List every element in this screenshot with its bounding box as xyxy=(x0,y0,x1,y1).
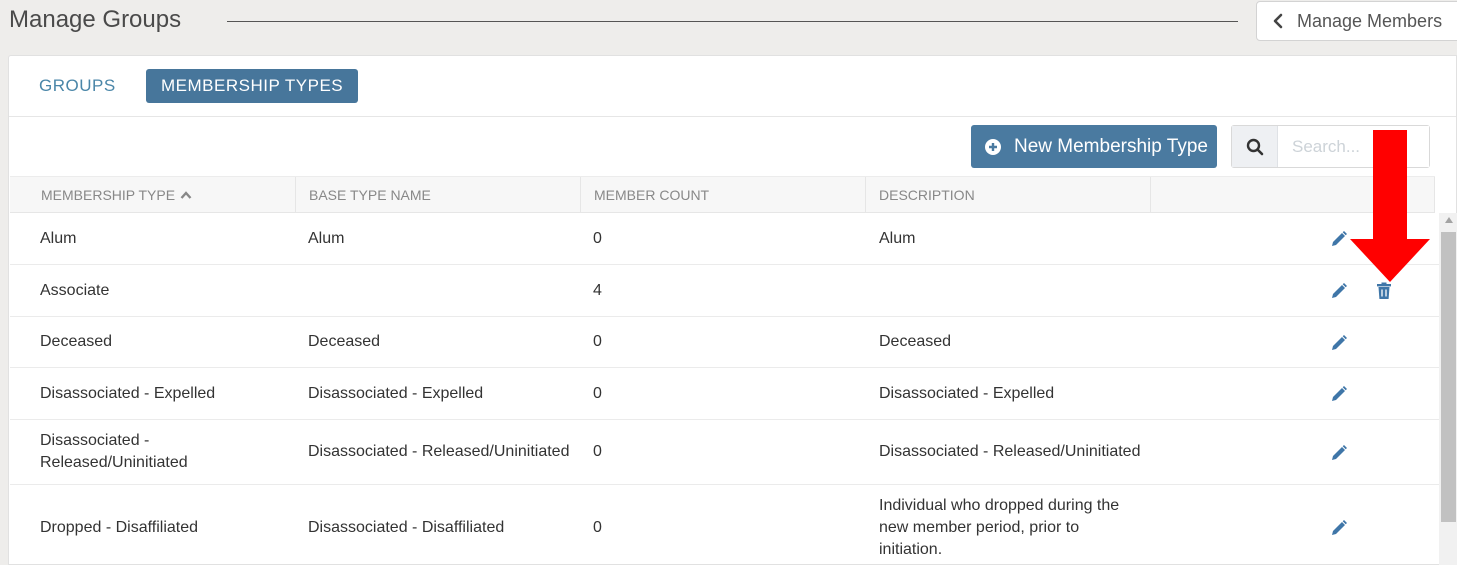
table-row: Disassociated - Released/Uninitiated Dis… xyxy=(10,420,1439,485)
tab-groups[interactable]: GROUPS xyxy=(39,69,116,103)
pencil-icon xyxy=(1332,445,1347,460)
column-header-membership-type[interactable]: MEMBERSHIP TYPE xyxy=(10,177,296,213)
column-header-label: MEMBERSHIP TYPE xyxy=(41,187,176,203)
scroll-up-arrow-icon[interactable] xyxy=(1445,217,1453,223)
pencil-icon xyxy=(1332,386,1347,401)
base-type-cell: Alum xyxy=(308,229,345,247)
member-count-cell: 0 xyxy=(593,333,602,350)
membership-type-cell: Alum xyxy=(40,229,77,247)
base-type-cell: Deceased xyxy=(308,333,381,350)
search-icon xyxy=(1246,138,1263,155)
delete-button[interactable] xyxy=(1373,280,1395,302)
member-count-cell: 0 xyxy=(593,384,602,402)
base-type-cell: Disassociated - Expelled xyxy=(308,384,484,402)
membership-type-cell: Disassociated - Released/Uninitiated xyxy=(40,432,188,471)
table-row: Associate 4 xyxy=(10,265,1439,317)
plus-circle-icon xyxy=(985,138,1001,155)
membership-type-cell: Disassociated - Expelled xyxy=(40,384,216,402)
edit-button[interactable] xyxy=(1328,280,1350,302)
vertical-scrollbar[interactable] xyxy=(1439,213,1457,565)
trash-icon xyxy=(1377,282,1391,299)
description-cell: Deceased xyxy=(879,333,952,350)
membership-type-cell: Dropped - Disaffiliated xyxy=(40,519,199,536)
member-count-cell: 0 xyxy=(593,229,602,247)
page-title: Manage Groups xyxy=(9,6,182,33)
edit-button[interactable] xyxy=(1328,383,1350,405)
red-arrow-annotation xyxy=(1350,130,1430,282)
edit-button[interactable] xyxy=(1328,442,1350,464)
column-header-base-type-name[interactable]: BASE TYPE NAME xyxy=(296,177,581,213)
caret-up-icon xyxy=(180,191,192,199)
content-panel: GROUPS MEMBERSHIP TYPES New Membership T… xyxy=(8,55,1457,565)
edit-button[interactable] xyxy=(1328,228,1350,250)
manage-members-label: Manage Members xyxy=(1297,10,1443,31)
title-bar: Manage Groups Manage Members xyxy=(0,0,1457,44)
edit-button[interactable] xyxy=(1328,332,1350,354)
pencil-icon xyxy=(1332,520,1347,535)
description-cell: Individual who dropped during the new me… xyxy=(879,497,1120,558)
member-count-cell: 4 xyxy=(593,281,602,299)
new-membership-type-button[interactable]: New Membership Type xyxy=(971,125,1217,168)
base-type-cell xyxy=(308,265,578,316)
table-body: Alum Alum 0 Alum Associate 4 Deceased De… xyxy=(10,213,1439,565)
tab-bar: GROUPS MEMBERSHIP TYPES xyxy=(9,56,1456,117)
edit-button[interactable] xyxy=(1328,517,1350,539)
base-type-cell: Disassociated - Released/Uninitiated xyxy=(308,443,570,460)
description-cell xyxy=(879,265,1144,316)
table-row: Dropped - Disaffiliated Disassociated - … xyxy=(10,485,1439,565)
column-header-member-count[interactable]: MEMBER COUNT xyxy=(581,177,866,213)
table-row: Disassociated - Expelled Disassociated -… xyxy=(10,368,1439,420)
pencil-icon xyxy=(1332,231,1347,246)
column-header-description[interactable]: DESCRIPTION xyxy=(866,177,1151,213)
membership-type-cell: Deceased xyxy=(40,333,113,350)
table-row: Alum Alum 0 Alum xyxy=(10,213,1439,265)
tab-membership-types[interactable]: MEMBERSHIP TYPES xyxy=(146,69,359,103)
chevron-left-icon xyxy=(1273,13,1283,29)
member-count-cell: 0 xyxy=(593,519,602,536)
description-cell: Disassociated - Released/Uninitiated xyxy=(879,443,1141,460)
description-cell: Alum xyxy=(879,229,916,247)
new-membership-type-label: New Membership Type xyxy=(1014,135,1208,157)
base-type-cell: Disassociated - Disaffiliated xyxy=(308,519,505,536)
pencil-icon xyxy=(1332,283,1347,298)
search-button[interactable] xyxy=(1232,126,1278,167)
table-row: Deceased Deceased 0 Deceased xyxy=(10,317,1439,368)
member-count-cell: 0 xyxy=(593,443,602,460)
membership-type-cell: Associate xyxy=(40,281,110,299)
description-cell: Disassociated - Expelled xyxy=(879,384,1055,402)
scrollbar-thumb[interactable] xyxy=(1441,232,1456,522)
title-divider xyxy=(227,21,1238,22)
pencil-icon xyxy=(1332,335,1347,350)
table-header: MEMBERSHIP TYPE BASE TYPE NAME MEMBER CO… xyxy=(10,176,1435,213)
manage-members-button[interactable]: Manage Members xyxy=(1256,1,1457,41)
